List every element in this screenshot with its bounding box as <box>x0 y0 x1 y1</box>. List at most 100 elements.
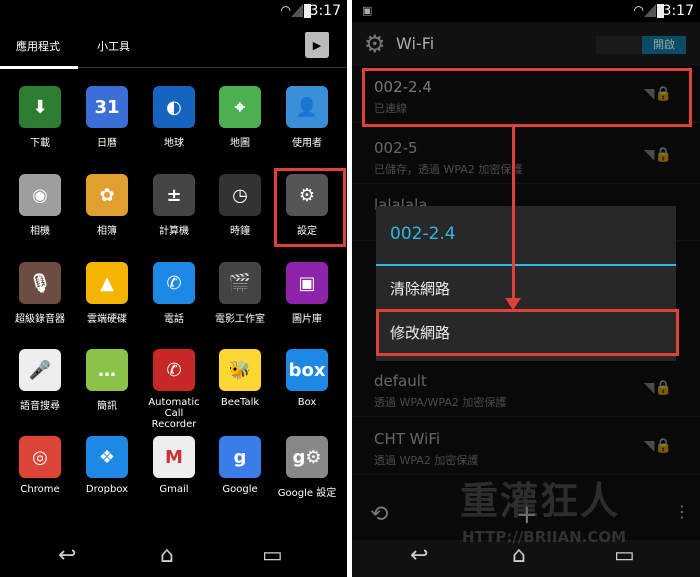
app-icon-24[interactable]: g⚙ Google 設定 <box>274 436 340 499</box>
app-label: Google <box>222 484 258 495</box>
app-icon-5[interactable]: ◉ 相機 <box>7 174 73 237</box>
app-glyph-icon: ▣ <box>286 262 328 304</box>
app-glyph-icon: 🎙 <box>19 262 61 304</box>
app-glyph-icon: ⬇ <box>19 86 61 128</box>
app-icon-22[interactable]: M Gmail <box>141 436 207 495</box>
app-icon-21[interactable]: ❖ Dropbox <box>74 436 140 495</box>
app-icon-19[interactable]: box Box <box>274 349 340 408</box>
app-icon-0[interactable]: ⬇ 下載 <box>7 86 73 149</box>
app-label: Box <box>297 397 317 408</box>
connected-network-highlight <box>362 68 692 127</box>
app-glyph-icon: ◷ <box>219 174 261 216</box>
wifi-icon: ◠ <box>280 3 291 17</box>
recents-icon[interactable]: ▭ <box>262 543 283 568</box>
app-icon-7[interactable]: ± 計算機 <box>141 174 207 237</box>
app-label: 使用者 <box>292 138 322 149</box>
modify-network-highlight <box>376 309 679 356</box>
app-label: 語音搜尋 <box>20 401 60 412</box>
app-glyph-icon: 🎤 <box>19 349 61 391</box>
app-icon-16[interactable]: … 簡訊 <box>74 349 140 412</box>
app-icon-11[interactable]: ▲ 雲端硬碟 <box>74 262 140 325</box>
drawer-tabs: 應用程式 小工具 ▶ <box>0 22 347 69</box>
app-icon-4[interactable]: 👤 使用者 <box>274 86 340 149</box>
clock: 3:17 <box>309 3 341 19</box>
app-glyph-icon: ◐ <box>153 86 195 128</box>
toggle-label: 開啟 <box>642 36 686 54</box>
app-label: Automatic Call Recorder <box>148 397 200 430</box>
app-label: Chrome <box>20 484 60 495</box>
app-glyph-icon: ▲ <box>86 262 128 304</box>
overflow-menu-icon[interactable]: ⋮ <box>674 502 690 521</box>
app-glyph-icon: … <box>86 349 128 391</box>
app-glyph-icon: g⚙ <box>286 436 328 478</box>
app-label: 簡訊 <box>97 401 117 412</box>
wifi-toggle[interactable]: 開啟 <box>596 36 686 54</box>
app-icon-15[interactable]: 🎤 語音搜尋 <box>7 349 73 412</box>
recents-icon[interactable]: ▭ <box>614 543 635 568</box>
page-title: Wi-Fi <box>396 34 435 53</box>
action-bar: ⚙ Wi-Fi 開啟 <box>352 22 700 66</box>
app-icon-3[interactable]: ⌖ 地圖 <box>207 86 273 149</box>
app-label: 相簿 <box>97 226 117 237</box>
image-notification-icon: ▣ <box>362 4 373 17</box>
app-label: 電話 <box>164 314 184 325</box>
app-icon-12[interactable]: ✆ 電話 <box>141 262 207 325</box>
app-label: 下載 <box>30 138 50 149</box>
app-glyph-icon: 🐝 <box>219 349 261 391</box>
app-glyph-icon: g <box>219 436 261 478</box>
wifi-icon: ◠ <box>633 3 644 17</box>
app-icon-8[interactable]: ◷ 時鐘 <box>207 174 273 237</box>
settings-gear-icon[interactable]: ⚙ <box>364 30 386 58</box>
app-icon-18[interactable]: 🐝 BeeTalk <box>207 349 273 408</box>
app-label: 超級錄音器 <box>15 314 65 325</box>
play-store-icon[interactable]: ▶ <box>305 32 329 58</box>
app-glyph-icon: M <box>153 436 195 478</box>
home-icon[interactable]: ⌂ <box>512 543 526 568</box>
app-glyph-icon: ✿ <box>86 174 128 216</box>
app-label: 相機 <box>30 226 50 237</box>
app-label: 電影工作室 <box>215 314 265 325</box>
app-icon-10[interactable]: 🎙 超級錄音器 <box>7 262 73 325</box>
status-bar: ▣ ◠ 3:17 <box>352 0 700 22</box>
home-icon[interactable]: ⌂ <box>160 543 174 568</box>
app-icon-13[interactable]: 🎬 電影工作室 <box>207 262 273 325</box>
app-drawer: ◠ 3:17 應用程式 小工具 ▶ ⬇ 下載 31 日曆 ◐ 地球 ⌖ 地圖 👤 使用者 ◉ 相機 ✿ 相… <box>0 0 347 577</box>
app-label: Gmail <box>159 484 189 495</box>
app-glyph-icon: ◉ <box>19 174 61 216</box>
app-label: Dropbox <box>85 484 129 495</box>
annotation-arrowhead <box>505 298 521 310</box>
tab-apps[interactable]: 應用程式 <box>0 38 78 69</box>
app-label: 地圖 <box>230 138 250 149</box>
forget-network-item[interactable]: 清除網路 <box>390 278 450 299</box>
app-icon-23[interactable]: g Google <box>207 436 273 495</box>
nav-bar: ↩ ⌂ ▭ <box>0 537 347 577</box>
app-label: Google 設定 <box>277 488 337 499</box>
tab-widgets[interactable]: 小工具 <box>97 38 130 54</box>
app-label: BeeTalk <box>220 397 260 408</box>
app-icon-20[interactable]: ◎ Chrome <box>7 436 73 495</box>
app-label: 地球 <box>164 138 184 149</box>
settings-highlight <box>274 168 346 247</box>
app-label: 時鐘 <box>230 226 250 237</box>
wps-icon[interactable]: ⟲ <box>370 502 388 527</box>
app-icon-1[interactable]: 31 日曆 <box>74 86 140 149</box>
app-glyph-icon: 31 <box>86 86 128 128</box>
back-icon[interactable]: ↩ <box>58 543 76 568</box>
app-glyph-icon: ✆ <box>153 262 195 304</box>
app-glyph-icon: 👤 <box>286 86 328 128</box>
watermark-url: HTTP://BRIIAN.COM <box>462 528 627 546</box>
app-glyph-icon: ✆ <box>153 349 195 391</box>
app-label: 雲端硬碟 <box>87 314 127 325</box>
app-glyph-icon: ❖ <box>86 436 128 478</box>
app-glyph-icon: ± <box>153 174 195 216</box>
app-icon-17[interactable]: ✆ Automatic Call Recorder <box>141 349 207 430</box>
status-bar: ◠ 3:17 <box>0 0 347 22</box>
signal-icon <box>644 4 656 17</box>
app-label: 日曆 <box>97 138 117 149</box>
watermark: 重灌狂人 <box>460 479 621 523</box>
app-glyph-icon: ◎ <box>19 436 61 478</box>
back-icon[interactable]: ↩ <box>410 543 428 568</box>
app-icon-14[interactable]: ▣ 圖片庫 <box>274 262 340 325</box>
app-icon-6[interactable]: ✿ 相簿 <box>74 174 140 237</box>
app-icon-2[interactable]: ◐ 地球 <box>141 86 207 149</box>
